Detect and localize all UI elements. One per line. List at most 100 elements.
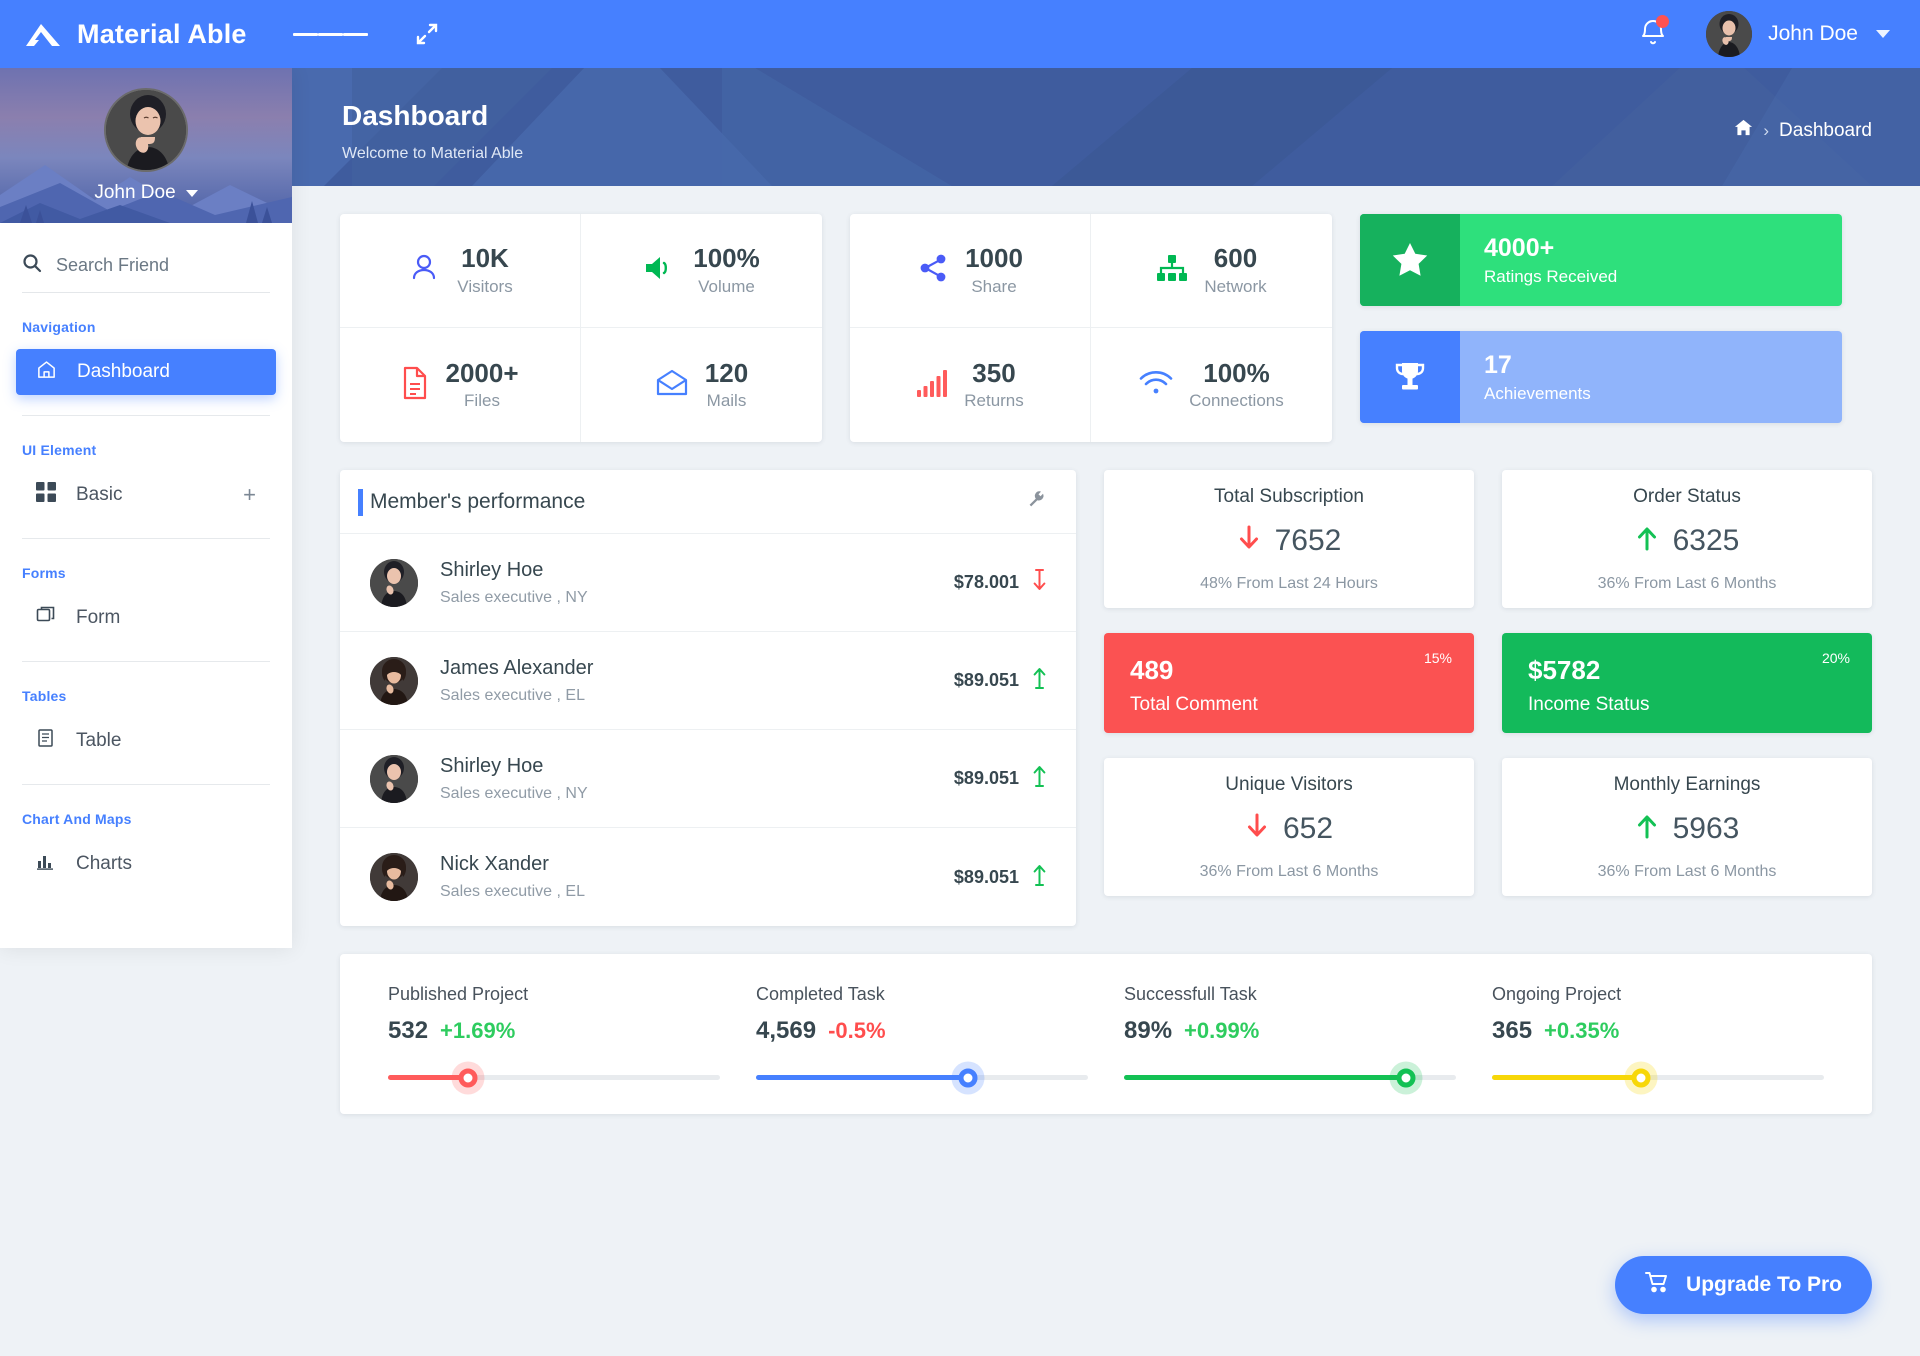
member-amount: $89.051 [953,866,1019,887]
member-amount-group: $89.051 [954,864,1046,891]
slider-fill [1492,1075,1642,1080]
avatar [370,656,418,705]
member-name: Nick Xander [440,853,549,875]
divider [22,415,270,416]
home-icon[interactable] [1734,118,1753,143]
stat-label: Network [1204,276,1267,296]
member-name: Shirley Hoe [440,754,544,777]
projects-slider-panel: Published Project 532 +1.69% Completed T… [340,954,1872,1114]
table-row[interactable]: Shirley Hoe Sales executive , NY $78.001 [340,534,1076,632]
tile-label: Total Comment [1130,694,1258,715]
slider-knob[interactable] [1631,1068,1651,1087]
metric-title: Monthly Earnings [1613,773,1761,795]
wrench-icon[interactable] [1028,490,1046,513]
sidebar-avatar[interactable] [104,88,188,172]
slider-knob[interactable] [458,1068,478,1087]
upgrade-to-pro-button[interactable]: Upgrade To Pro [1615,1256,1872,1314]
main-content: 10K Visitors 100% Volume 2000+ Files 120… [292,186,1920,1356]
metric-value-group: 6325 [1635,524,1739,558]
stat-label: Mails [706,391,747,411]
sidebar-item-table[interactable]: Table [16,718,276,764]
sidebar-item-label: Table [76,730,122,751]
stat-value: 120 [704,357,749,388]
slider-delta: +0.35% [1544,1018,1620,1043]
stat-label: Share [971,276,1017,296]
sidebar-item-form[interactable]: Form [16,595,276,641]
sidebar-item-basic[interactable]: Basic + [16,472,276,518]
avatar[interactable] [1706,11,1753,57]
achievements-card: 17 Achievements [1360,331,1842,423]
topbar-right-group: John Doe [1640,11,1890,57]
slider-fill [1124,1075,1407,1080]
slider-completed-task: Completed Task 4,569 -0.5% [756,984,1124,1087]
ratings-received-body: 4000+ Ratings Received [1460,214,1842,306]
member-role: Sales executive , EL [440,686,585,704]
stat-files: 2000+ Files [340,328,581,442]
stat-value: 350 [972,357,1016,388]
slider-values: 365 +0.35% [1492,1017,1824,1045]
table-row[interactable]: Nick Xander Sales executive , EL $89.051 [340,828,1076,926]
breadcrumb-current[interactable]: Dashboard [1779,120,1872,142]
metric-pair-bottom: Unique Visitors 652 36% From Last 6 Mont… [1104,758,1872,896]
table-row[interactable]: James Alexander Sales executive , EL $89… [340,632,1076,730]
chevron-down-icon[interactable] [1876,30,1890,38]
metric-subtext: 36% From Last 6 Months [1199,862,1379,880]
stat-value: 1000 [965,243,1023,274]
metric-subtext: 48% From Last 24 Hours [1200,574,1378,592]
slider-successfull-task: Successfull Task 89% +0.99% [1124,984,1492,1087]
member-amount-group: $78.001 [954,569,1046,596]
member-amount-group: $89.051 [954,667,1046,694]
divider [22,661,270,662]
slider-track[interactable] [1124,1068,1456,1087]
stat-group-one: 10K Visitors 100% Volume 2000+ Files 120… [340,214,822,442]
achievements-body: 17 Achievements [1460,331,1842,423]
material-able-logo-icon [22,16,64,52]
avatar [370,558,418,607]
metric-value: 7652 [1274,523,1342,557]
expand-plus-icon[interactable]: + [243,482,256,508]
file-icon [401,366,429,405]
tile-pair: 15% 489 Total Comment 20% $5782 Income S… [1104,633,1872,733]
member-name: Shirley Hoe [440,558,544,581]
trophy-icon [1360,331,1460,423]
stat-label: Visitors [457,276,513,296]
table-row[interactable]: Shirley Hoe Sales executive , NY $89.051 [340,730,1076,828]
slider-fill [388,1075,468,1080]
expand-icon[interactable] [414,21,440,47]
user-name: John Doe [1768,22,1858,45]
slider-value: 532 [388,1017,429,1044]
slider-track[interactable] [388,1068,720,1087]
sidebar-item-label: Charts [76,853,132,874]
sidebar-item-label: Form [76,607,121,628]
unique-visitors-card: Unique Visitors 652 36% From Last 6 Mont… [1104,758,1474,896]
slider-delta: +1.69% [440,1018,516,1043]
slider-knob[interactable] [958,1068,978,1087]
member-info: James Alexander Sales executive , EL [440,657,593,705]
metric-title: Total Subscription [1214,485,1364,507]
hamburger-icon[interactable] [292,29,368,40]
trend-up-icon [1033,765,1046,792]
slider-track[interactable] [1492,1068,1824,1087]
members-performance-card: Member's performance Shirley Hoe Sales e… [340,470,1076,926]
slider-ongoing-project: Ongoing Project 365 +0.35% [1492,984,1824,1087]
arrow-down-icon [1245,812,1269,845]
metric-value-group: 652 [1245,812,1333,846]
tile-percent: 20% [1821,650,1850,666]
sidebar-profile-toggle[interactable]: John Doe [94,182,198,204]
member-amount: $89.051 [953,768,1019,788]
slider-value: 89% [1124,1017,1173,1044]
slider-track[interactable] [756,1068,1088,1087]
page-banner: Dashboard Welcome to Material Able › Das… [292,68,1920,186]
home-icon [36,359,57,386]
stat-value: 10K [461,243,509,274]
avatar [370,853,418,901]
sidebar-item-charts[interactable]: Charts [16,841,276,887]
slider-knob[interactable] [1396,1068,1416,1087]
member-info: Shirley Hoe Sales executive , NY [440,755,588,803]
brand-logo-link[interactable]: Material Able [22,16,247,52]
stat-label: Returns [964,391,1024,411]
sidebar-item-dashboard[interactable]: Dashboard [16,349,276,395]
banner-decoration [292,68,1920,186]
search-input[interactable] [56,255,236,276]
notifications-button[interactable] [1640,14,1670,51]
